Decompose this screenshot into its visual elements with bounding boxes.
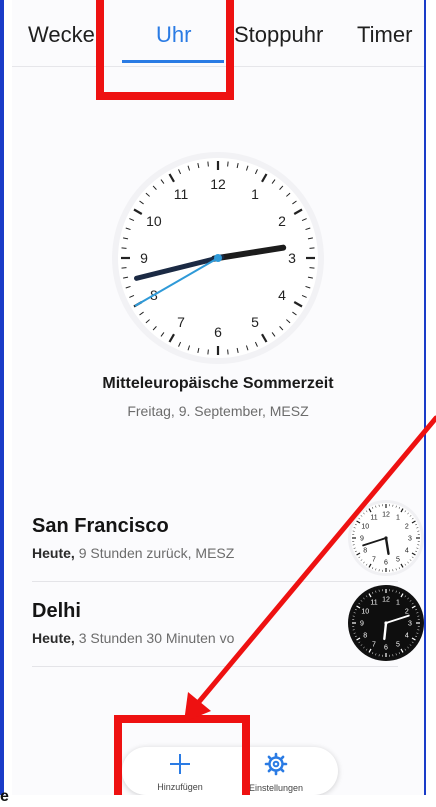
edge-text-fragment: e <box>0 788 9 805</box>
annotation-arrow <box>184 415 436 722</box>
bottom-strip <box>0 795 436 807</box>
